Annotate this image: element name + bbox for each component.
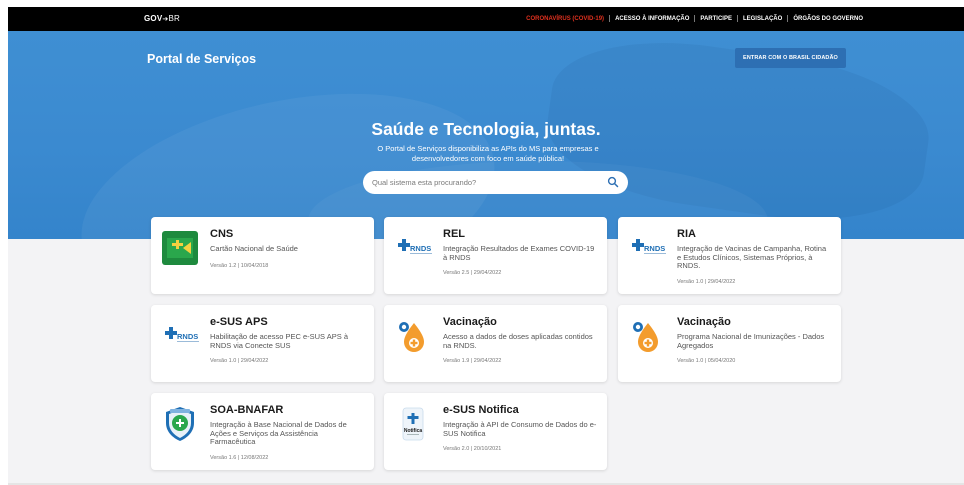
portal-title[interactable]: Portal de Serviços [147,52,256,66]
link-legislacao[interactable]: LEGISLAÇÃO [738,16,787,22]
card-title: e-SUS Notifica [443,404,519,416]
rnds-logo-icon: RNDS [165,327,199,342]
card-description: Integração à Base Nacional de Dados de A… [210,420,347,446]
card-version: Versão 1.0 | 29/04/2022 [677,279,736,285]
search-icon[interactable] [607,176,619,188]
service-card-vacinacao-rnds[interactable]: Vacinação Acesso a dados de doses aplica… [384,305,607,382]
login-brasil-cidadao-button[interactable]: ENTRAR COM O BRASIL CIDADÃO [735,48,846,68]
card-description: Integração de Vacinas de Campanha, Rotin… [677,244,827,270]
link-coronavirus[interactable]: CORONAVÍRUS (COVID-19) [521,16,609,22]
gov-logo-suffix: BR [168,14,180,23]
card-version: Versão 1.0 | 29/04/2022 [210,358,269,364]
card-version: Versão 2.0 | 20/10/2021 [443,446,502,452]
notifica-logo-icon: Notifica [402,407,424,441]
card-description: Integração à API de Consumo de Dados do … [443,420,597,438]
page-frame: GOV➔BR CORONAVÍRUS (COVID-19) ACESSO À I… [8,7,964,485]
card-title: CNS [210,228,234,240]
service-card-cns[interactable]: CNS Cartão Nacional de Saúde Versão 1.2 … [151,217,374,294]
notifica-logo-text: Notifica [404,428,423,434]
card-version: Versão 2.5 | 29/04/2022 [443,270,502,276]
card-version: Versão 1.9 | 29/04/2022 [443,358,502,364]
card-description: Integração Resultados de Exames COVID-19… [443,244,595,262]
card-title: RIA [677,228,696,240]
card-title: SOA-BNAFAR [210,404,284,416]
gov-links: CORONAVÍRUS (COVID-19) ACESSO À INFORMAÇ… [521,15,868,22]
link-acesso-informacao[interactable]: ACESSO À INFORMAÇÃO [610,16,694,22]
rnds-logo-text: RNDS [410,244,431,253]
hero-subheading: O Portal de Serviços disponibiliza as AP… [377,144,599,163]
card-title: e-SUS APS [210,316,268,328]
card-version: Versão 1.2 | 10/04/2018 [210,263,269,269]
gov-logo-text: GOV [144,14,163,23]
card-version: Versão 1.6 | 12/08/2022 [210,455,269,461]
card-title: Vacinação [443,316,497,328]
gov-top-bar: GOV➔BR CORONAVÍRUS (COVID-19) ACESSO À I… [8,7,964,31]
rnds-logo-text: RNDS [644,244,665,253]
service-card-esus-notifica[interactable]: Notifica e-SUS Notifica Integração à API… [384,393,607,470]
service-card-ria[interactable]: RNDS RIA Integração de Vacinas de Campan… [618,217,841,294]
rnds-logo-icon: RNDS [398,239,432,254]
card-title: Vacinação [677,316,731,328]
gov-br-logo[interactable]: GOV➔BR [144,14,180,23]
search-input[interactable] [372,175,597,190]
vaccine-drop-icon [633,322,658,352]
hero-banner: Portal de Serviços ENTRAR COM O BRASIL C… [8,31,964,239]
card-title: REL [443,228,465,240]
service-card-soa-bnafar[interactable]: SOA-BNAFAR Integração à Base Nacional de… [151,393,374,470]
card-description: Cartão Nacional de Saúde [210,244,298,253]
link-orgaos-governo[interactable]: ÓRGÃOS DO GOVERNO [788,16,868,22]
rnds-logo-icon: RNDS [632,239,666,254]
hero-heading: Saúde e Tecnologia, juntas. [371,119,601,139]
vaccine-drop-icon [399,322,424,352]
search-box [363,171,628,194]
link-participe[interactable]: PARTICIPE [695,16,737,22]
cns-logo-icon [162,231,198,265]
card-description: Acesso a dados de doses aplicadas contid… [443,332,593,350]
bnafar-shield-icon [166,407,194,441]
service-card-esus-aps[interactable]: RNDS e-SUS APS Habilitação de acesso PEC… [151,305,374,382]
card-description: Programa Nacional de Imunizações - Dados… [677,332,825,350]
service-card-rel[interactable]: RNDS REL Integração Resultados de Exames… [384,217,607,294]
card-description: Habilitação de acesso PEC e-SUS APS à RN… [210,332,348,350]
card-version: Versão 1.0 | 05/04/2020 [677,358,736,364]
service-card-vacinacao-pni[interactable]: Vacinação Programa Nacional de Imunizaçõ… [618,305,841,382]
rnds-logo-text: RNDS [177,332,198,341]
